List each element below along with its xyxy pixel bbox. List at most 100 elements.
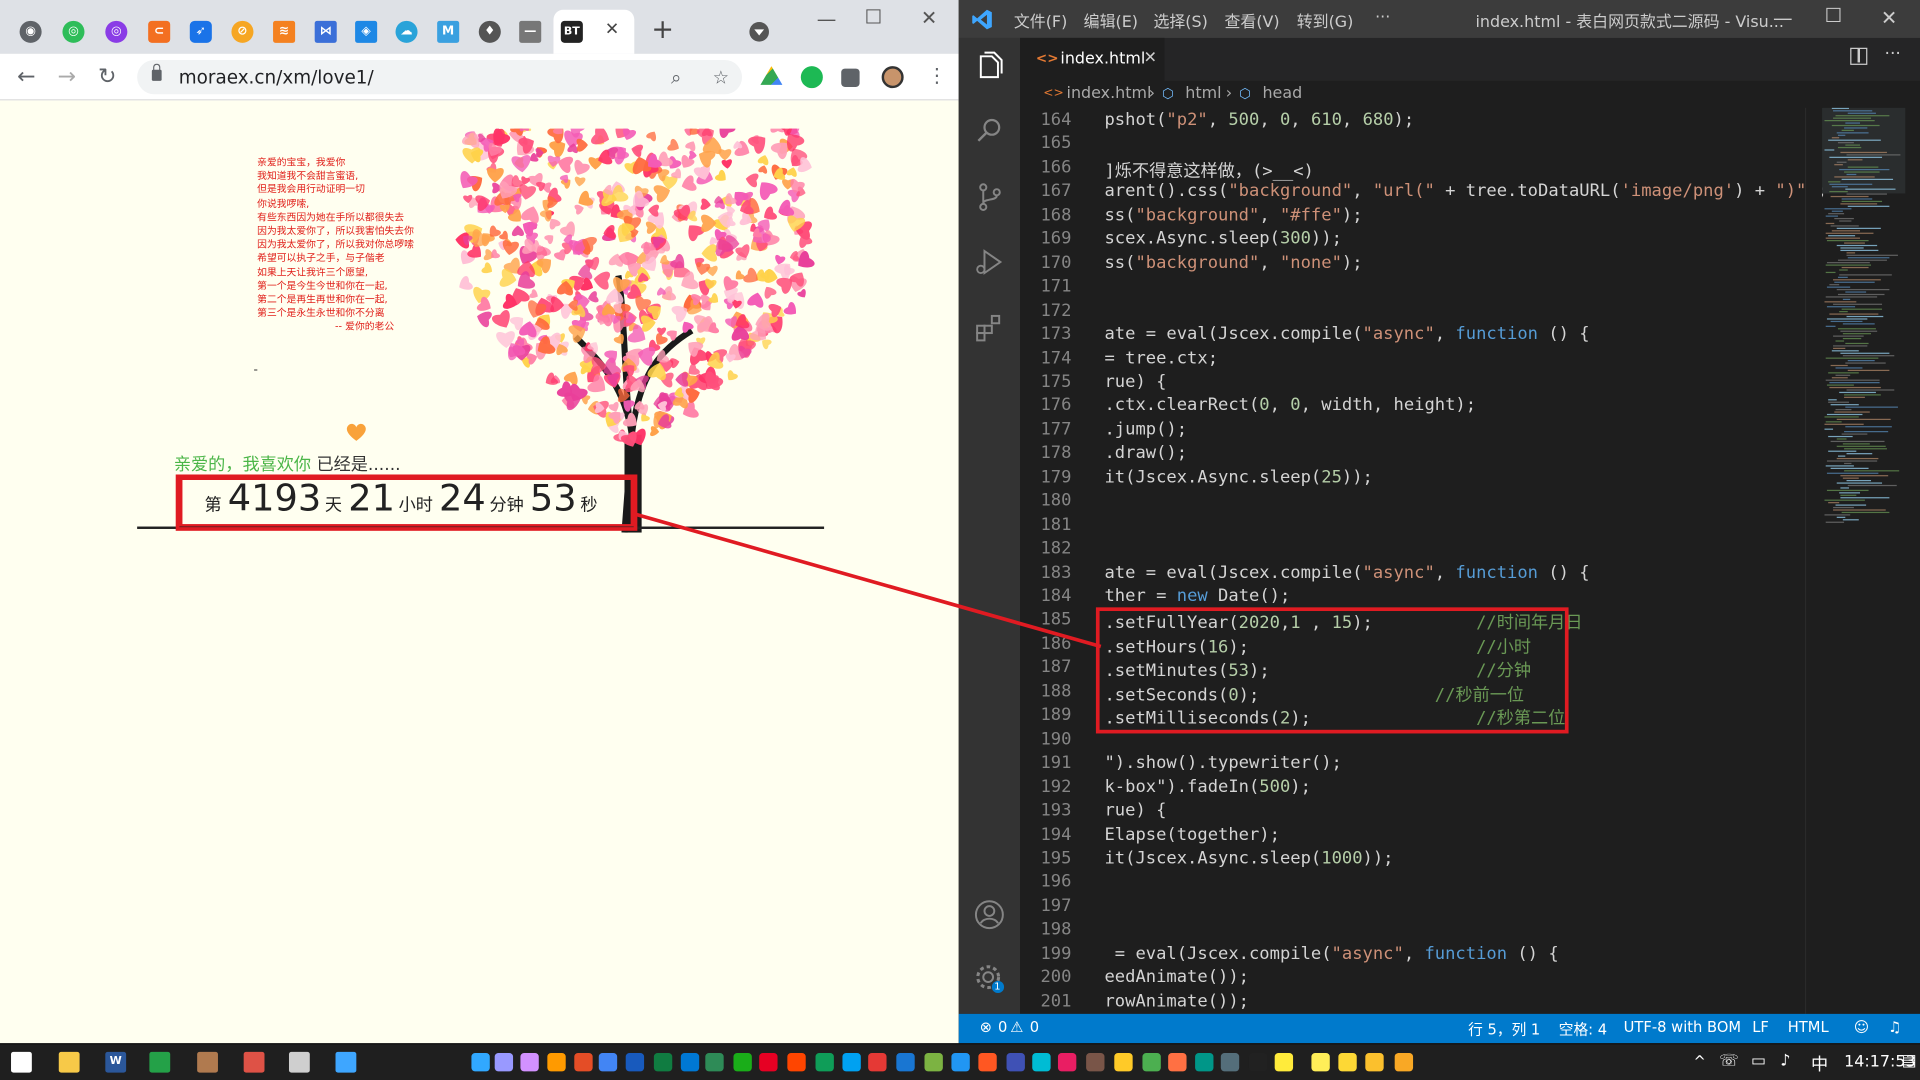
minimap[interactable] bbox=[1822, 107, 1908, 549]
notepad-icon[interactable] bbox=[288, 1051, 310, 1073]
tab-index-html[interactable]: <> index.html ✕ bbox=[1020, 37, 1165, 81]
code-line[interactable]: 183 ate = eval(Jscex.compile("async", fun… bbox=[1020, 563, 1706, 587]
tray-app-icon[interactable] bbox=[1057, 1053, 1077, 1072]
tray-app-icon[interactable] bbox=[520, 1053, 539, 1072]
code-line[interactable]: 175 rue) { bbox=[1020, 372, 1706, 396]
tab-favicon-orange-ball[interactable]: ⊘ bbox=[231, 20, 254, 43]
tray-app-icon[interactable] bbox=[1220, 1053, 1240, 1072]
code-line[interactable]: 193 rue) { bbox=[1020, 801, 1706, 825]
tab-active[interactable]: BT ✕ bbox=[553, 9, 635, 54]
tray-app-icon[interactable] bbox=[978, 1053, 997, 1072]
tray-app-icon[interactable] bbox=[733, 1053, 752, 1072]
new-tab-button[interactable]: + bbox=[651, 15, 674, 46]
indentation[interactable]: 空格: 4 bbox=[1559, 1019, 1607, 1040]
menu-file[interactable]: 文件(F) bbox=[1014, 9, 1067, 31]
editor-scrollbar[interactable] bbox=[1804, 107, 1823, 1014]
errors-count[interactable]: 0 bbox=[998, 1019, 1007, 1036]
tray-app-icon[interactable] bbox=[625, 1053, 645, 1072]
zoom-icon[interactable]: ⌕ bbox=[671, 66, 681, 88]
tab-favicon-rss[interactable]: ≋ bbox=[273, 20, 296, 43]
code-line[interactable]: 198 bbox=[1020, 920, 1706, 944]
feedback-icon[interactable]: ☺ bbox=[1854, 1019, 1869, 1036]
code-line[interactable]: 201 rowAnimate()); bbox=[1020, 991, 1706, 1013]
tab-close-icon[interactable]: ✕ bbox=[1144, 49, 1157, 67]
menu-edit[interactable]: 编辑(E) bbox=[1084, 9, 1138, 31]
tray-app-icon[interactable] bbox=[680, 1053, 700, 1072]
tab-favicon-bowtie[interactable]: ⋈ bbox=[314, 20, 337, 43]
code-line[interactable]: 197 bbox=[1020, 896, 1706, 920]
tab-favicon-m[interactable]: M bbox=[437, 20, 460, 43]
vscode-maximize-button[interactable]: ☐ bbox=[1824, 4, 1842, 27]
extensions-icon[interactable] bbox=[973, 312, 1005, 344]
tray-app-icon[interactable] bbox=[1114, 1053, 1133, 1072]
tab-favicon-green-swirl[interactable]: ◎ bbox=[62, 20, 85, 43]
forward-arrow-icon[interactable]: → bbox=[58, 64, 76, 90]
network-icon[interactable]: ☏ bbox=[1719, 1052, 1739, 1070]
code-line[interactable]: 182 bbox=[1020, 539, 1706, 563]
tray-app-icon[interactable] bbox=[1006, 1053, 1025, 1072]
extensions-puzzle-icon[interactable] bbox=[841, 68, 860, 87]
code-line[interactable]: 173 ate = eval(Jscex.compile("async", fun… bbox=[1020, 325, 1706, 349]
menu-more[interactable]: ··· bbox=[1375, 9, 1390, 27]
encoding[interactable]: UTF-8 with BOM bbox=[1624, 1019, 1741, 1036]
tray-app-icon[interactable] bbox=[868, 1053, 887, 1072]
cursor-position[interactable]: 行 5，列 1 bbox=[1468, 1019, 1540, 1040]
volume-icon[interactable]: ♪ bbox=[1780, 1052, 1790, 1070]
file-explorer-icon[interactable] bbox=[58, 1051, 80, 1073]
url-text[interactable]: moraex.cn/xm/love1/ bbox=[179, 66, 374, 88]
code-line[interactable]: 176 .ctx.clearRect(0, 0, width, height); bbox=[1020, 396, 1706, 420]
code-line[interactable]: 196 bbox=[1020, 872, 1706, 896]
tab-favicon-layers[interactable]: ◈ bbox=[355, 20, 378, 43]
tray-app-icon[interactable] bbox=[815, 1053, 834, 1072]
tab-favicon-orange-link[interactable]: ⊂ bbox=[148, 20, 171, 43]
reload-icon[interactable]: ↻ bbox=[98, 64, 116, 90]
code-line[interactable]: 180 bbox=[1020, 491, 1706, 515]
notifications-bell-icon[interactable]: ♫ bbox=[1888, 1019, 1901, 1036]
tray-app-icon[interactable] bbox=[787, 1053, 806, 1072]
tab-search-icon[interactable] bbox=[749, 22, 769, 42]
line-ending[interactable]: LF bbox=[1752, 1019, 1769, 1036]
chrome-menu-icon[interactable]: ⋮ bbox=[927, 64, 947, 87]
tray-app-icon[interactable] bbox=[842, 1053, 861, 1072]
tray-app-icon[interactable] bbox=[1032, 1053, 1051, 1072]
tray-app-icon[interactable] bbox=[759, 1053, 778, 1072]
tray-app-icon[interactable] bbox=[1195, 1053, 1214, 1072]
google-drive-icon[interactable] bbox=[760, 66, 783, 85]
tray-app-icon[interactable] bbox=[896, 1053, 915, 1072]
code-line[interactable]: 191 ").show().typewriter(); bbox=[1020, 753, 1706, 777]
tab-close-icon[interactable]: ✕ bbox=[605, 20, 619, 40]
code-line[interactable]: 168 ss("background", "#ffe"); bbox=[1020, 205, 1706, 229]
bookmark-star-icon[interactable]: ☆ bbox=[713, 66, 729, 88]
tray-app-icon[interactable] bbox=[574, 1053, 593, 1072]
run-debug-icon[interactable] bbox=[973, 246, 1005, 278]
tray-app-icon[interactable] bbox=[1086, 1053, 1105, 1072]
wechat-icon[interactable] bbox=[149, 1051, 171, 1073]
profile-avatar[interactable] bbox=[881, 66, 904, 89]
code-editor[interactable]: 164 pshot("p2", 500, 0, 610, 680); 165 166]… bbox=[1020, 108, 1920, 1014]
action-center-icon[interactable]: ▤ bbox=[1902, 1052, 1917, 1070]
close-button[interactable]: ✕ bbox=[921, 6, 937, 29]
code-line[interactable]: 199 = eval(Jscex.compile("async", functi… bbox=[1020, 944, 1706, 968]
tray-expand-icon[interactable]: ^ bbox=[1693, 1053, 1705, 1070]
explorer-icon[interactable] bbox=[973, 51, 1005, 83]
tab-favicon-globe[interactable]: ◉ bbox=[19, 20, 42, 43]
code-line[interactable]: 169 scex.Async.sleep(300)); bbox=[1020, 229, 1706, 253]
menu-go[interactable]: 转到(G) bbox=[1297, 9, 1354, 31]
back-arrow-icon[interactable]: ← bbox=[17, 64, 35, 90]
extension-check-icon[interactable] bbox=[800, 66, 823, 89]
code-line[interactable]: 192 k-box").fadeIn(500); bbox=[1020, 777, 1706, 801]
lock-icon[interactable] bbox=[151, 63, 162, 81]
tray-app-icon[interactable] bbox=[1248, 1053, 1268, 1072]
tab-favicon-cloud[interactable]: ☁ bbox=[395, 20, 418, 43]
tray-app-icon[interactable] bbox=[924, 1053, 943, 1072]
tray-app-icon[interactable] bbox=[1311, 1053, 1330, 1072]
tray-app-icon[interactable] bbox=[705, 1053, 724, 1072]
source-control-icon[interactable] bbox=[973, 181, 1005, 213]
tray-app-icon[interactable] bbox=[1168, 1053, 1187, 1072]
windows-start-icon[interactable] bbox=[11, 1051, 32, 1073]
language-mode[interactable]: HTML bbox=[1788, 1019, 1829, 1036]
tray-app-icon[interactable] bbox=[1142, 1053, 1161, 1072]
code-line[interactable]: 172 bbox=[1020, 301, 1706, 325]
tab-favicon-minus[interactable]: — bbox=[519, 20, 542, 43]
tray-app-icon[interactable] bbox=[1394, 1053, 1414, 1072]
